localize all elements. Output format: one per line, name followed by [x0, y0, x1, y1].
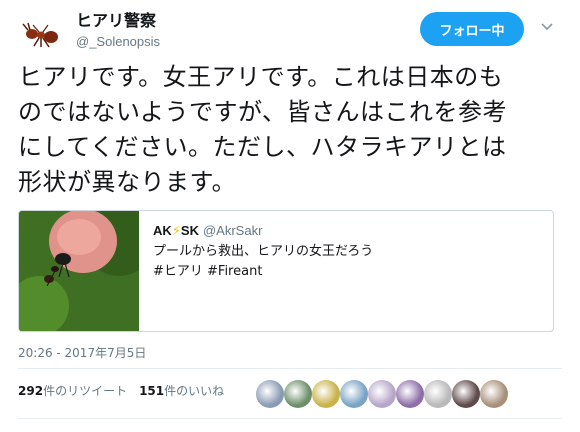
- tweet-header: ヒアリ警察 @_Solenopsis フォロー中: [18, 6, 562, 58]
- tweet-stats: 292件のリツイート 151件のいいね: [18, 382, 236, 399]
- liker-avatar[interactable]: [368, 380, 396, 408]
- lightning-icon: ⚡: [171, 224, 181, 239]
- liker-avatar[interactable]: [340, 380, 368, 408]
- retweets-label: 件のリツイート: [43, 384, 128, 398]
- liker-avatar[interactable]: [396, 380, 424, 408]
- quote-media[interactable]: [19, 211, 139, 331]
- user-handle[interactable]: @_Solenopsis: [76, 32, 160, 52]
- divider: [18, 418, 562, 419]
- liker-avatar[interactable]: [284, 380, 312, 408]
- liker-avatar[interactable]: [312, 380, 340, 408]
- tweet-line: ヒアリです。女王アリです。これは日本のも: [18, 63, 504, 91]
- retweets-count: 292: [18, 384, 44, 398]
- liker-avatar[interactable]: [480, 380, 508, 408]
- quote-text: プールから救出、ヒアリの女王だろう: [153, 244, 374, 259]
- tweet-text: ヒアリです。女王アリです。これは日本のも のではないようですが、皆さんはこれを参…: [18, 60, 566, 200]
- tweet-timestamp[interactable]: 20:26 - 2017年7月5日: [18, 344, 146, 361]
- tweet-line: のではないようですが、皆さんはこれを参考: [18, 98, 508, 126]
- liker-avatar[interactable]: [452, 380, 480, 408]
- avatar[interactable]: [18, 10, 64, 56]
- liker-avatars: [256, 380, 562, 412]
- display-name[interactable]: ヒアリ警察: [76, 10, 160, 32]
- chevron-down-icon[interactable]: [540, 20, 554, 34]
- quote-author-name-part2: SK: [180, 223, 199, 238]
- following-button[interactable]: フォロー中: [420, 12, 524, 46]
- quoted-tweet[interactable]: AK⚡SK @AkrSakr プールから救出、ヒアリの女王だろう #ヒアリ #Fi…: [18, 210, 554, 332]
- ant-on-finger-photo: [19, 211, 139, 331]
- liker-avatar[interactable]: [256, 380, 284, 408]
- quote-body: AK⚡SK @AkrSakr プールから救出、ヒアリの女王だろう #ヒアリ #Fi…: [153, 221, 543, 282]
- divider: [18, 368, 562, 369]
- likes-label: 件のいいね: [164, 384, 225, 398]
- likes-stat[interactable]: 151件のいいね: [139, 384, 224, 398]
- likes-count: 151: [139, 384, 165, 398]
- quote-author[interactable]: AK⚡SK @AkrSakr: [153, 221, 543, 242]
- ant-icon: [22, 22, 58, 48]
- retweets-stat[interactable]: 292件のリツイート: [18, 384, 127, 398]
- tweet-line: 形状が異なります。: [18, 168, 237, 196]
- quote-author-name-part1: AK: [153, 223, 172, 238]
- quote-author-handle: @AkrSakr: [202, 223, 263, 238]
- quote-hashtags[interactable]: #ヒアリ #Fireant: [153, 262, 543, 282]
- user-names: ヒアリ警察 @_Solenopsis: [76, 10, 160, 52]
- tweet-line: にしてください。ただし、ハタラキアリとは: [18, 133, 507, 161]
- liker-avatar[interactable]: [424, 380, 452, 408]
